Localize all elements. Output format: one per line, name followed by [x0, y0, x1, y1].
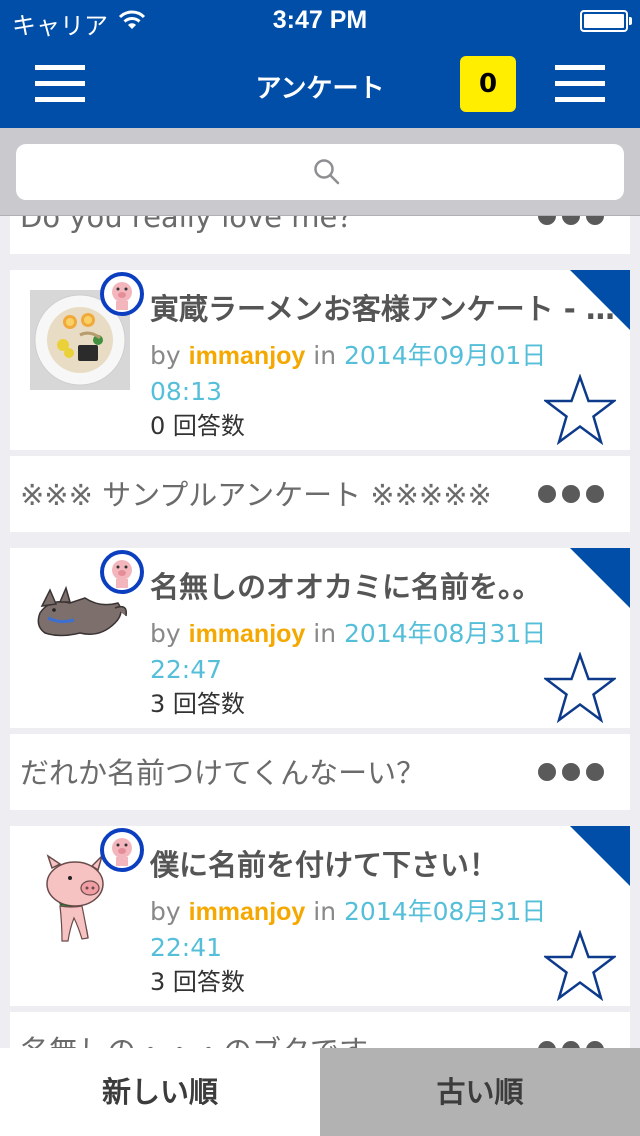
by-label: by	[150, 897, 181, 926]
in-label: in	[313, 619, 337, 648]
survey-description: だれか名前つけてくんなーい？	[20, 756, 426, 790]
favorite-star-icon[interactable]	[544, 374, 616, 446]
more-options-icon[interactable]	[538, 485, 604, 503]
by-label: by	[150, 619, 181, 648]
survey-description: 名無しの・・・のブタです。	[20, 1028, 394, 1048]
survey-description: Do you really love me？	[20, 216, 367, 234]
user-avatar[interactable]	[100, 272, 144, 316]
survey-date: 2014年09月01日	[344, 341, 547, 370]
in-label: in	[313, 897, 337, 926]
list-item[interactable]: Do you really love me？	[10, 216, 630, 254]
survey-meta: by immanjoy in 2014年09月01日 08:13	[150, 338, 550, 410]
favorite-star-icon[interactable]	[544, 652, 616, 724]
survey-title: 寅蔵ラーメンお客様アンケート - 2014	[150, 292, 620, 326]
notification-badge[interactable]: 0	[460, 56, 516, 112]
survey-meta: by immanjoy in 2014年08月31日 22:47	[150, 616, 550, 688]
more-options-icon[interactable]	[538, 763, 604, 781]
in-label: in	[313, 341, 337, 370]
more-options-icon[interactable]	[538, 216, 604, 225]
status-bar: キャリア 3:47 PM	[0, 0, 640, 40]
author-link[interactable]: immanjoy	[189, 620, 306, 648]
survey-title: 名無しのオオカミに名前を。。	[150, 570, 542, 604]
list-item[interactable]: 名無しの・・・のブタです。	[10, 1012, 630, 1048]
more-options-icon[interactable]	[538, 1041, 604, 1048]
left-menu-icon[interactable]	[35, 62, 85, 106]
favorite-star-icon[interactable]	[544, 930, 616, 1002]
survey-time: 22:41	[150, 933, 223, 962]
survey-card[interactable]: 寅蔵ラーメンお客様アンケート - 2014 by immanjoy in 201…	[10, 270, 630, 450]
author-link[interactable]: immanjoy	[189, 898, 306, 926]
survey-description: ※※※ サンプルアンケート ※※※※※	[20, 478, 492, 512]
page-title: アンケート	[255, 74, 385, 104]
navigation-bar: アンケート 0	[0, 40, 640, 128]
list-item[interactable]: ※※※ サンプルアンケート ※※※※※	[10, 456, 630, 532]
search-field[interactable]	[16, 144, 624, 200]
survey-list[interactable]: Do you really love me？ 寅蔵ラーメンお客様アンケート - …	[0, 216, 640, 1048]
survey-card[interactable]: 僕に名前を付けて下さい！ by immanjoy in 2014年08月31日 …	[10, 826, 630, 1006]
sort-oldest-button[interactable]: 古い順	[320, 1048, 640, 1136]
right-menu-icon[interactable]	[555, 62, 605, 106]
search-bar	[0, 128, 640, 216]
author-link[interactable]: immanjoy	[189, 342, 306, 370]
survey-time: 08:13	[150, 377, 223, 406]
user-avatar[interactable]	[100, 828, 144, 872]
list-item[interactable]: だれか名前つけてくんなーい？	[10, 734, 630, 810]
battery-icon	[580, 10, 632, 32]
sort-newest-button[interactable]: 新しい順	[0, 1048, 320, 1136]
survey-date: 2014年08月31日	[344, 619, 547, 648]
survey-card[interactable]: 名無しのオオカミに名前を。。 by immanjoy in 2014年08月31…	[10, 548, 630, 728]
clock: 3:47 PM	[272, 6, 368, 34]
answer-count: 0 回答数	[150, 412, 245, 440]
answer-count: 3 回答数	[150, 968, 245, 996]
answer-count: 3 回答数	[150, 690, 245, 718]
survey-title: 僕に名前を付けて下さい！	[150, 848, 499, 882]
user-avatar[interactable]	[100, 550, 144, 594]
survey-meta: by immanjoy in 2014年08月31日 22:41	[150, 894, 550, 966]
survey-time: 22:47	[150, 655, 223, 684]
survey-date: 2014年08月31日	[344, 897, 547, 926]
sort-tabs: 新しい順 古い順	[0, 1048, 640, 1136]
search-input[interactable]	[16, 144, 624, 200]
by-label: by	[150, 341, 181, 370]
